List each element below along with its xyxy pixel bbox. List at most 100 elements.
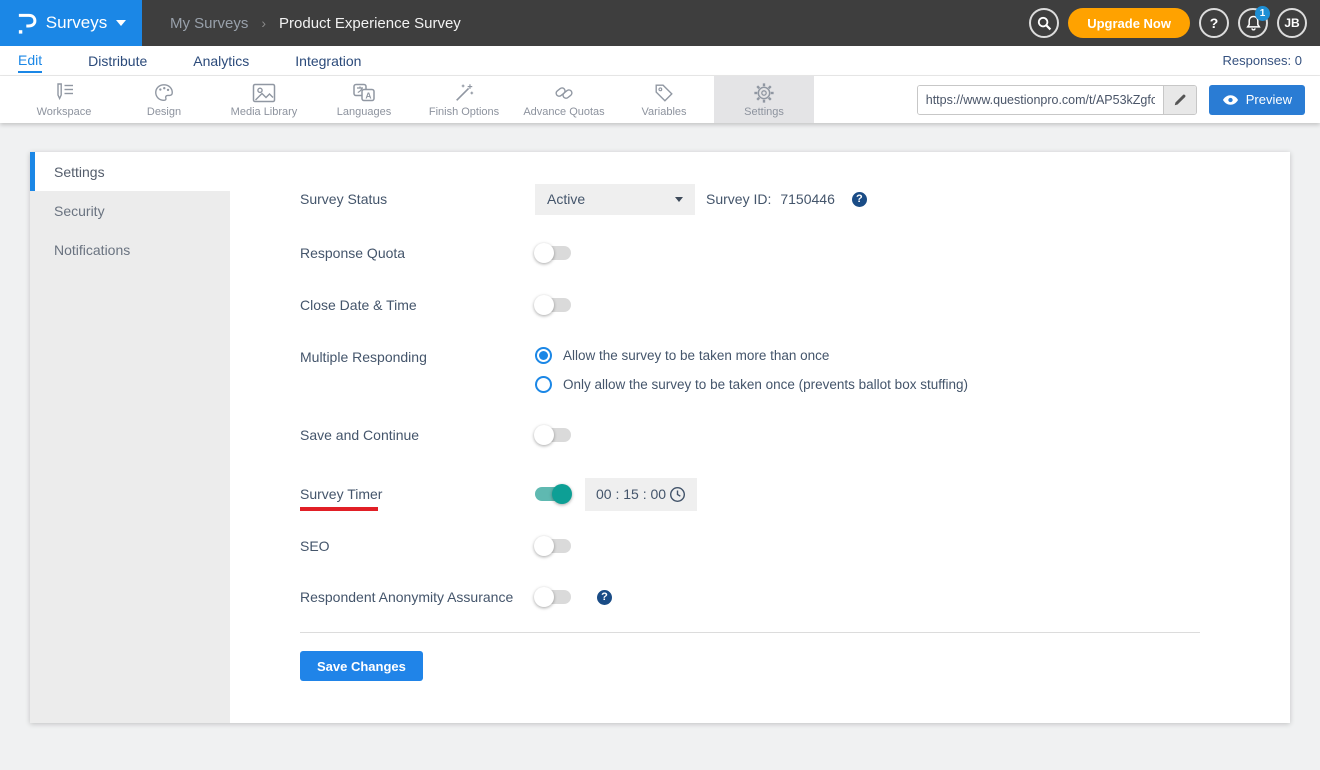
toolbar-item-settings[interactable]: Settings [714, 76, 814, 123]
preview-button[interactable]: Preview [1208, 84, 1305, 115]
radio-option-label: Only allow the survey to be taken once (… [563, 377, 968, 392]
form-divider [300, 632, 1200, 633]
respondent-anonymity-row: Respondent Anonymity Assurance ? [300, 587, 1230, 607]
toolbar-item-workspace[interactable]: Workspace [14, 76, 114, 123]
sidebar-item-security[interactable]: Security [30, 191, 230, 230]
tab-distribute[interactable]: Distribute [88, 49, 147, 72]
survey-timer-label-text: Survey Timer [300, 486, 383, 502]
survey-status-row: Survey Status Active Survey ID: 7150446 … [300, 183, 1230, 215]
search-button[interactable] [1029, 8, 1060, 38]
toolbar-item-design[interactable]: Design [114, 76, 214, 123]
save-and-continue-row: Save and Continue [300, 425, 1230, 445]
sidebar-item-settings[interactable]: Settings [30, 152, 230, 191]
radio-option-label: Allow the survey to be taken more than o… [563, 348, 830, 363]
gear-icon [754, 82, 774, 103]
toolbar-item-languages[interactable]: A Languages [314, 76, 414, 123]
sidebar-item-label: Security [54, 202, 105, 219]
survey-url-input[interactable] [917, 85, 1163, 114]
tab-edit[interactable]: Edit [18, 48, 43, 73]
toggle-knob [534, 425, 554, 445]
svg-text:A: A [365, 90, 371, 100]
notification-badge: 1 [1255, 6, 1270, 21]
close-date-row: Close Date & Time [300, 295, 1230, 315]
header-actions: Upgrade Now ? 1 JB [1029, 6, 1320, 38]
product-switcher[interactable]: Surveys [0, 0, 142, 46]
sidebar-item-notifications[interactable]: Notifications [30, 230, 230, 269]
radio-selected-icon[interactable] [535, 347, 552, 364]
toolbar-item-label: Languages [336, 105, 392, 118]
survey-timer-toggle[interactable] [535, 484, 572, 504]
edit-url-button[interactable] [1162, 85, 1196, 114]
response-quota-toggle[interactable] [534, 243, 571, 263]
settings-sidebar: Settings Security Notifications [30, 152, 230, 723]
chevron-down-icon [675, 196, 683, 202]
survey-timer-value: 00 : 15 : 00 [596, 486, 667, 502]
avatar-initials: JB [1284, 16, 1300, 30]
seo-label: SEO [300, 538, 330, 554]
respondent-anonymity-help-icon[interactable]: ? [597, 589, 612, 605]
respondent-anonymity-toggle[interactable] [534, 587, 571, 607]
toolbar-item-finish-options[interactable]: Finish Options [414, 76, 514, 123]
toolbar-item-advance-quotas[interactable]: Advance Quotas [514, 76, 614, 123]
survey-id-label: Survey ID: [706, 191, 772, 207]
toggle-knob [534, 243, 554, 263]
product-label: Surveys [45, 13, 108, 32]
tab-integration[interactable]: Integration [295, 49, 361, 72]
question-mark-icon: ? [1209, 15, 1219, 31]
multiple-responding-label: Multiple Responding [300, 349, 427, 365]
translate-icon: A [353, 83, 375, 101]
top-header-bar: Surveys My Surveys › Product Experience … [0, 0, 1320, 46]
toggle-knob [534, 536, 554, 556]
toolbar-item-media-library[interactable]: Media Library [214, 76, 314, 123]
survey-id-help-icon[interactable]: ? [851, 191, 867, 207]
survey-id-block: Survey ID: 7150446 ? [706, 191, 867, 207]
breadcrumb-current: Product Experience Survey [279, 14, 461, 32]
survey-timer-label: Survey Timer [300, 486, 535, 511]
survey-url-box [916, 84, 1197, 115]
toolbar-item-label: Finish Options [428, 105, 500, 118]
user-avatar[interactable]: JB [1277, 8, 1307, 38]
settings-form: Survey Status Active Survey ID: 7150446 … [230, 152, 1290, 723]
survey-timer-value-field[interactable]: 00 : 15 : 00 [585, 477, 697, 511]
save-and-continue-label: Save and Continue [300, 427, 420, 443]
survey-status-value: Active [547, 191, 586, 207]
radio-option-once[interactable]: Only allow the survey to be taken once (… [535, 376, 968, 393]
search-icon [1037, 16, 1051, 30]
breadcrumb-parent[interactable]: My Surveys [170, 15, 248, 32]
tab-analytics[interactable]: Analytics [193, 49, 249, 72]
radio-option-multiple[interactable]: Allow the survey to be taken more than o… [535, 347, 968, 364]
toggle-knob [534, 295, 554, 315]
pencil-icon [1174, 94, 1186, 105]
response-quota-row: Response Quota [300, 243, 1230, 263]
breadcrumb-separator-icon: › [261, 15, 267, 31]
close-date-toggle[interactable] [534, 295, 571, 315]
upgrade-now-button[interactable]: Upgrade Now [1068, 8, 1190, 38]
survey-status-select[interactable]: Active [535, 183, 695, 215]
toolbar-right-actions: Preview [916, 76, 1320, 123]
chevron-down-icon [116, 20, 127, 26]
multiple-responding-options: Allow the survey to be taken more than o… [535, 347, 968, 393]
clock-icon [669, 486, 686, 502]
eye-icon [1222, 94, 1238, 105]
toolbar-item-label: Variables [641, 105, 687, 118]
toggle-knob [552, 484, 572, 504]
survey-timer-row: Survey Timer 00 : 15 : 00 [300, 477, 1230, 511]
preview-label: Preview [1245, 92, 1292, 107]
sidebar-item-label: Settings [54, 163, 105, 180]
toolbar-item-label: Design [146, 105, 182, 118]
tag-icon [655, 84, 673, 102]
sidebar-item-label: Notifications [54, 241, 131, 258]
workspace-icon [57, 82, 73, 100]
toolbar-item-label: Workspace [36, 105, 92, 118]
help-button[interactable]: ? [1199, 8, 1229, 38]
breadcrumb: My Surveys › Product Experience Survey [170, 15, 461, 32]
toolbar-item-variables[interactable]: Variables [614, 76, 714, 123]
seo-toggle[interactable] [534, 536, 571, 556]
seo-row: SEO [300, 536, 1230, 556]
palette-icon [155, 83, 173, 101]
notifications-button[interactable]: 1 [1238, 6, 1270, 38]
chain-link-icon [555, 86, 573, 99]
save-and-continue-toggle[interactable] [534, 425, 571, 445]
radio-unselected-icon[interactable] [535, 376, 552, 393]
save-changes-button[interactable]: Save Changes [300, 651, 423, 681]
